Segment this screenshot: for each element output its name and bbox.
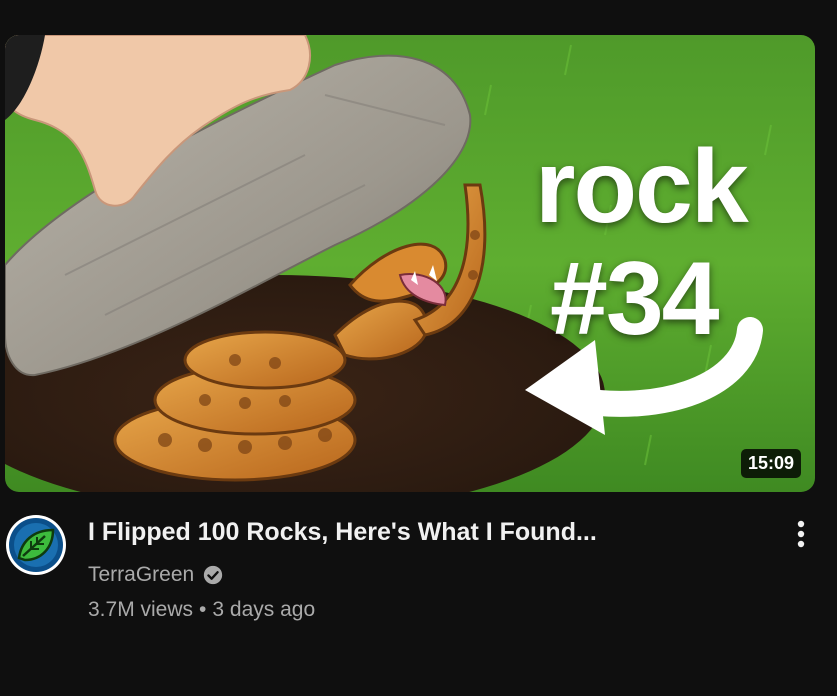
thumbnail-overlay-word: rock: [535, 129, 749, 245]
verified-check-icon: [204, 565, 223, 585]
video-meta: 3.7M views • 3 days ago: [88, 598, 315, 622]
view-count: 3.7M views: [88, 598, 194, 621]
thumbnail-overlay-number: #34: [550, 241, 720, 357]
video-title[interactable]: I Flipped 100 Rocks, Here's What I Found…: [88, 518, 597, 547]
meta-separator: •: [199, 598, 207, 621]
duration-badge: 15:09: [740, 449, 801, 478]
channel-name[interactable]: TerraGreen: [88, 563, 194, 587]
channel-row: TerraGreen: [88, 563, 224, 587]
more-vertical-icon[interactable]: [786, 515, 816, 555]
video-thumbnail[interactable]: rock #34 15:09: [5, 35, 815, 492]
upload-age: 3 days ago: [212, 598, 316, 621]
channel-avatar[interactable]: [5, 514, 67, 576]
